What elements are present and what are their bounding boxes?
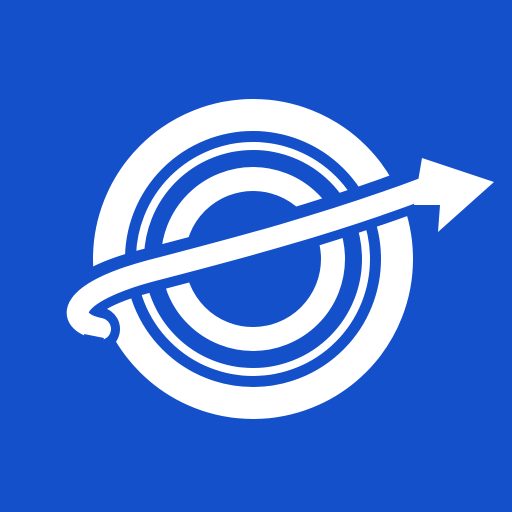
planet-orbit-arrow-icon: [0, 0, 512, 512]
app-icon: [0, 0, 512, 512]
